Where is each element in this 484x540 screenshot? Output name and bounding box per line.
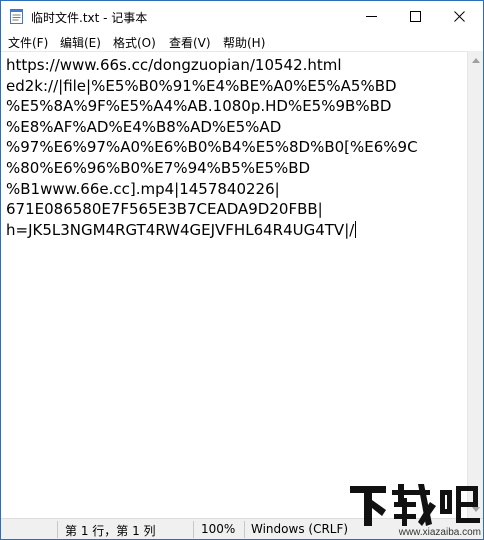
status-separator — [244, 521, 245, 538]
menu-format[interactable]: 格式(O) — [113, 34, 156, 51]
title-bar[interactable]: 临时文件.txt - 记事本 — [1, 1, 483, 32]
maximize-button[interactable] — [395, 1, 435, 32]
status-separator — [193, 521, 194, 538]
editor-line: 671E086580E7F565E3B7CEADA9D20FBB| — [6, 200, 323, 219]
editor-line: %E8%AF%AD%E4%B8%AD%E5%AD — [6, 117, 282, 136]
scroll-up-button[interactable] — [468, 52, 484, 68]
line-ending: Windows (CRLF) — [251, 522, 349, 536]
window-title: 临时文件.txt - 记事本 — [31, 11, 148, 25]
editor-content[interactable]: https://www.66s.cc/dongzuopian/10542.htm… — [6, 55, 466, 240]
chevron-up-icon — [472, 57, 480, 63]
editor-line: %B1www.66e.cc].mp4|1457840226| — [6, 179, 280, 198]
xiazaiba-logo — [350, 484, 480, 526]
text-editor[interactable]: https://www.66s.cc/dongzuopian/10542.htm… — [1, 51, 467, 518]
notepad-icon — [10, 9, 23, 24]
close-icon — [453, 11, 465, 22]
minimize-icon — [365, 16, 377, 17]
vertical-scrollbar[interactable] — [467, 51, 483, 518]
menu-bar: 文件(F) 编辑(E) 格式(O) 查看(V) 帮助(H) — [1, 32, 483, 51]
watermark: www.xiazaiba.com — [346, 480, 484, 540]
menu-edit[interactable]: 编辑(E) — [60, 34, 101, 51]
editor-line: %80%E6%96%B0%E7%94%B5%E5%BD — [6, 158, 311, 177]
editor-line: https://www.66s.cc/dongzuopian/10542.htm… — [6, 56, 342, 74]
notepad-window: 临时文件.txt - 记事本 文件(F) 编辑(E) 格式(O) 查看(V) 帮… — [0, 0, 484, 540]
text-caret — [355, 220, 357, 238]
maximize-icon — [409, 11, 421, 22]
editor-line: ed2k://|file|%E5%B0%91%E4%BE%A0%E5%A5%BD — [6, 76, 397, 95]
editor-line-text: h=JK5L3NGM4RGT4RW4GEJVFHL64R4UG4TV|/ — [6, 220, 355, 239]
zoom-level: 100% — [201, 522, 236, 536]
menu-file[interactable]: 文件(F) — [8, 34, 48, 51]
status-separator — [57, 521, 58, 538]
close-button[interactable] — [439, 1, 479, 32]
editor-line: %97%E6%97%A0%E6%B0%B4%E5%8D%B0[%E6%9C — [6, 138, 418, 157]
editor-line-last: h=JK5L3NGM4RGT4RW4GEJVFHL64R4UG4TV|/ — [6, 220, 466, 241]
editor-line: %E5%8A%9F%E5%A4%AB.1080p.HD%E5%9B%BD — [6, 97, 392, 116]
cursor-position: 第 1 行，第 1 列 — [65, 524, 156, 538]
minimize-button[interactable] — [351, 1, 391, 32]
watermark-url: www.xiazaiba.com — [398, 527, 481, 538]
menu-view[interactable]: 查看(V) — [169, 34, 211, 51]
menu-help[interactable]: 帮助(H) — [223, 34, 265, 51]
